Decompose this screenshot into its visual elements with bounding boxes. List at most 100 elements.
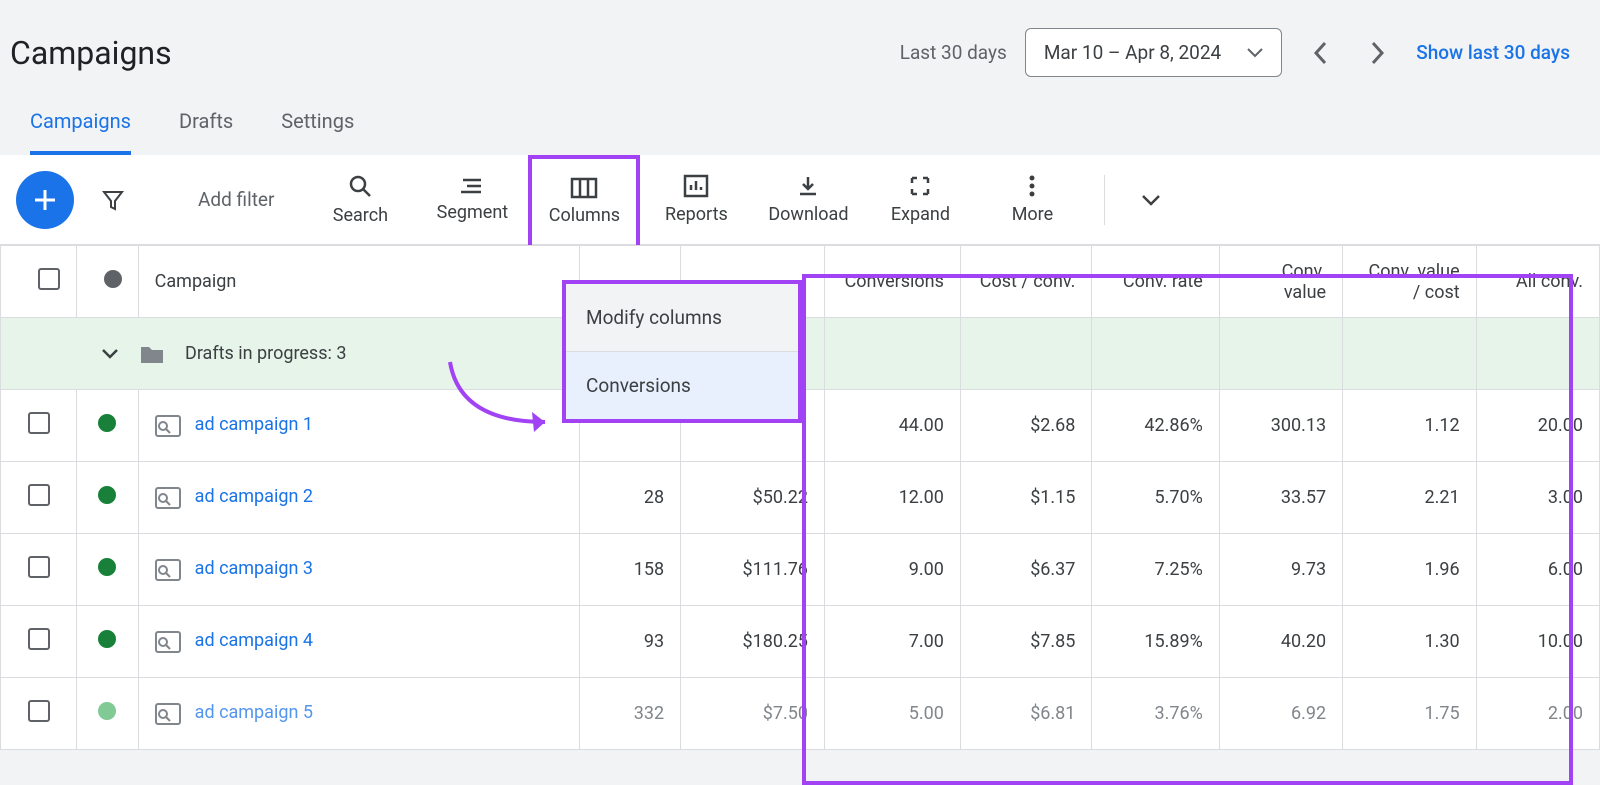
chevron-down-icon — [1141, 194, 1161, 206]
expand-icon — [908, 174, 932, 198]
reports-label: Reports — [665, 204, 728, 225]
expand-button[interactable]: Expand — [864, 155, 976, 245]
reports-button[interactable]: Reports — [640, 155, 752, 245]
folder-icon — [139, 343, 165, 365]
date-range-value: Mar 10 – Apr 8, 2024 — [1044, 41, 1221, 64]
header-conv-value-cost[interactable]: Conv. value / cost — [1343, 246, 1477, 318]
dropdown-modify-columns[interactable]: Modify columns — [566, 284, 798, 352]
header-cost-conv[interactable]: Cost / conv. — [960, 246, 1092, 318]
campaign-link[interactable]: ad campaign 2 — [195, 486, 313, 507]
cell-cost-conv: $7.85 — [960, 606, 1092, 678]
campaign-type-icon — [155, 703, 181, 725]
cell-all-conv: 2.00 — [1476, 678, 1599, 750]
cell-conversions: 9.00 — [824, 534, 960, 606]
campaign-link[interactable]: ad campaign 1 — [195, 414, 313, 435]
cell-all-conv: 20.00 — [1476, 390, 1599, 462]
cell-all-conv: 6.00 — [1476, 534, 1599, 606]
status-dot[interactable] — [98, 486, 116, 504]
cell-n2: $50.22 — [681, 462, 825, 534]
cell-all-conv: 3.00 — [1476, 462, 1599, 534]
campaign-type-icon — [155, 559, 181, 581]
cell-conv-rate: 3.76% — [1092, 678, 1219, 750]
header-conversions[interactable]: Conversions — [824, 246, 960, 318]
status-dot[interactable] — [98, 630, 116, 648]
cell-n1: 93 — [580, 606, 681, 678]
row-checkbox[interactable] — [28, 556, 50, 578]
date-range-label: Last 30 days — [900, 41, 1007, 64]
columns-button[interactable]: Columns — [528, 155, 640, 245]
header-checkbox[interactable] — [1, 246, 77, 318]
cell-n1: 332 — [580, 678, 681, 750]
cell-conv-value: 9.73 — [1219, 534, 1342, 606]
cell-n1: 28 — [580, 462, 681, 534]
download-label: Download — [768, 204, 848, 225]
cell-conversions: 44.00 — [824, 390, 960, 462]
cell-conv-rate: 15.89% — [1092, 606, 1219, 678]
tab-campaigns[interactable]: Campaigns — [30, 109, 131, 155]
chevron-down-icon — [101, 348, 119, 360]
cell-conv-rate: 5.70% — [1092, 462, 1219, 534]
cell-n2: $111.76 — [681, 534, 825, 606]
table-row: ad campaign 228$50.2212.00$1.155.70%33.5… — [1, 462, 1600, 534]
campaign-type-icon — [155, 631, 181, 653]
download-button[interactable]: Download — [752, 155, 864, 245]
cell-conv-value-cost: 1.75 — [1343, 678, 1477, 750]
row-checkbox[interactable] — [28, 412, 50, 434]
campaign-link[interactable]: ad campaign 3 — [195, 558, 313, 579]
status-dot[interactable] — [98, 558, 116, 576]
cell-conv-value: 300.13 — [1219, 390, 1342, 462]
cell-conv-value-cost: 1.96 — [1343, 534, 1477, 606]
header-conv-rate[interactable]: Conv. rate — [1092, 246, 1219, 318]
toolbar-overflow-button[interactable] — [1121, 194, 1181, 206]
filter-icon-button[interactable] — [88, 188, 138, 212]
cell-n2: $7.50 — [681, 678, 825, 750]
row-checkbox[interactable] — [28, 700, 50, 722]
cell-conv-value: 6.92 — [1219, 678, 1342, 750]
header-all-conv[interactable]: All conv. — [1476, 246, 1599, 318]
columns-label: Columns — [549, 205, 620, 226]
dropdown-caret-icon — [1247, 48, 1263, 58]
cell-conv-rate: 42.86% — [1092, 390, 1219, 462]
segment-button[interactable]: Segment — [416, 155, 528, 245]
prev-period-button[interactable] — [1300, 33, 1340, 73]
tab-drafts[interactable]: Drafts — [179, 109, 233, 155]
expand-label: Expand — [891, 204, 950, 225]
dropdown-conversions[interactable]: Conversions — [566, 352, 798, 419]
date-range-picker[interactable]: Mar 10 – Apr 8, 2024 — [1025, 28, 1282, 77]
drafts-label: Drafts in progress: 3 — [185, 343, 346, 364]
cell-cost-conv: $6.37 — [960, 534, 1092, 606]
tab-settings[interactable]: Settings — [281, 109, 354, 155]
segment-icon — [459, 176, 485, 196]
divider — [1104, 175, 1105, 225]
add-filter-button[interactable]: Add filter — [138, 188, 304, 211]
status-dot[interactable] — [98, 702, 116, 720]
row-checkbox[interactable] — [28, 628, 50, 650]
cell-cost-conv: $6.81 — [960, 678, 1092, 750]
campaign-link[interactable]: ad campaign 4 — [195, 630, 313, 651]
table-row: ad campaign 5332$7.505.00$6.813.76%6.921… — [1, 678, 1600, 750]
header-conv-value[interactable]: Conv. value — [1219, 246, 1342, 318]
cell-n2: $180.25 — [681, 606, 825, 678]
segment-label: Segment — [437, 202, 509, 223]
status-dot[interactable] — [98, 414, 116, 432]
campaign-link[interactable]: ad campaign 5 — [195, 702, 313, 723]
campaign-type-icon — [155, 487, 181, 509]
header-campaign[interactable]: Campaign — [138, 246, 580, 318]
add-campaign-button[interactable] — [16, 171, 74, 229]
more-button[interactable]: More — [976, 155, 1088, 245]
header-status[interactable] — [77, 246, 139, 318]
next-period-button[interactable] — [1358, 33, 1398, 73]
cell-cost-conv: $2.68 — [960, 390, 1092, 462]
cell-conv-value-cost: 1.12 — [1343, 390, 1477, 462]
more-label: More — [1012, 204, 1053, 225]
columns-dropdown: Modify columns Conversions — [562, 280, 802, 423]
table-row: ad campaign 493$180.257.00$7.8515.89%40.… — [1, 606, 1600, 678]
cell-conv-rate: 7.25% — [1092, 534, 1219, 606]
download-icon — [796, 174, 820, 198]
search-button[interactable]: Search — [304, 155, 416, 245]
cell-n1: 158 — [580, 534, 681, 606]
show-last-link[interactable]: Show last 30 days — [1416, 41, 1570, 64]
row-checkbox[interactable] — [28, 484, 50, 506]
cell-conv-value-cost: 2.21 — [1343, 462, 1477, 534]
cell-conv-value: 33.57 — [1219, 462, 1342, 534]
